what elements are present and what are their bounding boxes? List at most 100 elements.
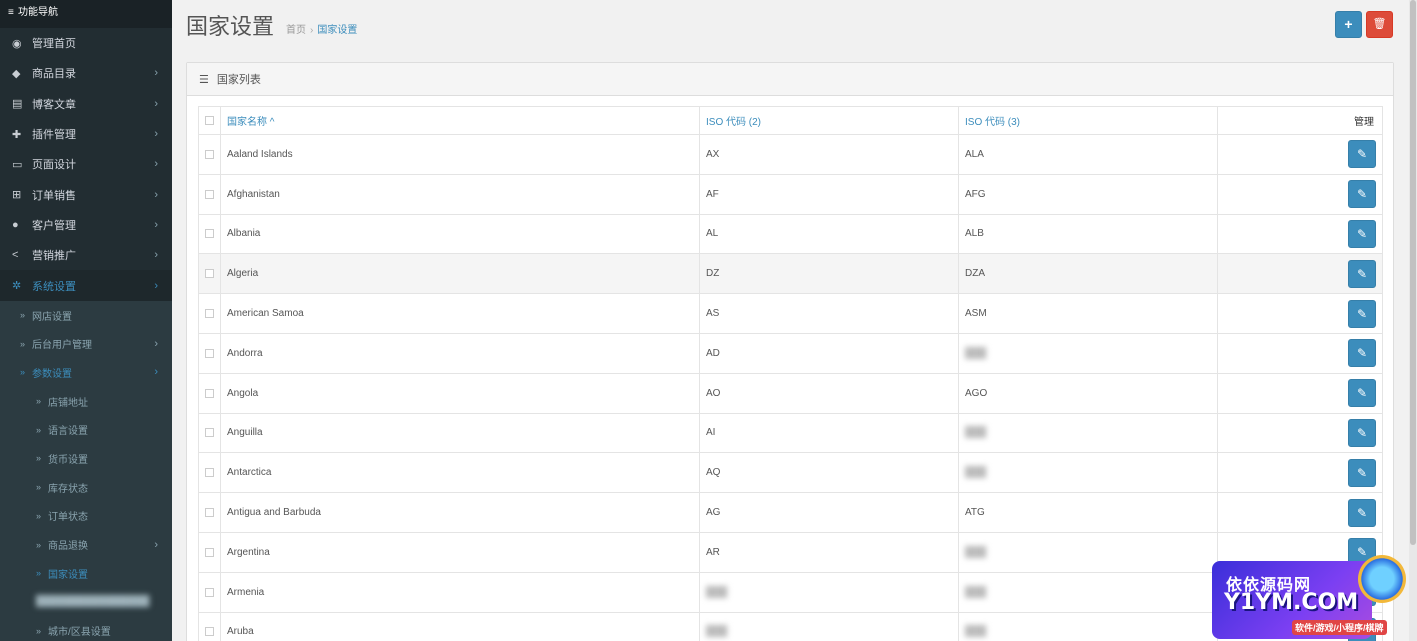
sidebar-item[interactable]: < 营销推广 › <box>0 240 172 270</box>
row-checkbox[interactable] <box>205 388 214 398</box>
row-checkbox[interactable] <box>205 507 214 517</box>
table-row[interactable]: Angola AO AGO ✎ <box>198 372 1383 414</box>
submenu-item[interactable]: » 店铺地址 <box>0 387 172 416</box>
manage-cell: ✎ <box>1217 531 1383 573</box>
table-row[interactable]: Algeria DZ DZA ✎ <box>198 253 1383 295</box>
scrollbar-thumb[interactable] <box>1410 0 1416 545</box>
country-name-cell: Aaland Islands <box>220 134 700 175</box>
share-icon: < <box>12 249 19 262</box>
submenu-item[interactable]: » 商品退换 › <box>0 530 172 559</box>
table-row[interactable]: Andorra AD ███ ✎ <box>198 332 1383 374</box>
edit-button[interactable]: ✎ <box>1348 219 1376 248</box>
table-row[interactable]: American Samoa AS ASM ✎ <box>198 293 1383 334</box>
edit-button[interactable]: ✎ <box>1348 418 1376 447</box>
table-row[interactable]: Antarctica AQ ███ ✎ <box>198 452 1383 494</box>
pencil-icon: ✎ <box>1356 187 1368 202</box>
select-all-checkbox[interactable] <box>205 115 214 125</box>
submenu-item[interactable]: » 库存状态 <box>0 473 172 502</box>
row-checkbox[interactable] <box>205 627 214 637</box>
delete-button[interactable]: 🗑 <box>1366 11 1393 38</box>
row-checkbox[interactable] <box>205 229 214 239</box>
double-chevron-icon: » <box>36 625 42 636</box>
iso2-code-cell: ███ <box>699 571 959 613</box>
page-scrollbar[interactable] <box>1409 0 1417 641</box>
edit-button[interactable]: ✎ <box>1348 617 1376 641</box>
table-row[interactable]: Aaland Islands AX ALA ✎ <box>198 134 1383 175</box>
column-header-iso2[interactable]: ISO 代码 (2) <box>699 106 959 135</box>
puzzle-icon: ✚ <box>12 128 22 141</box>
country-name-cell: Anguilla <box>220 412 700 454</box>
blurred-text: ████████████████ <box>36 596 150 608</box>
edit-button[interactable]: ✎ <box>1348 299 1376 328</box>
submenu-item[interactable]: » 订单状态 <box>0 501 172 530</box>
submenu-item[interactable]: » 城市/区县设置 <box>0 616 172 641</box>
manage-cell: ✎ <box>1217 571 1383 613</box>
row-checkbox[interactable] <box>205 189 214 199</box>
row-checkbox[interactable] <box>205 587 214 597</box>
row-checkbox[interactable] <box>205 308 214 318</box>
sidebar: ≡ 功能导航 ◉ 管理首页 ◆ 商品目录 › ▤ 博客文章 › ✚ 插件管理 › ▭ 页面设计 › ⊞ 订单销售… <box>0 0 172 641</box>
table-row[interactable]: Argentina AR ███ ✎ <box>198 531 1383 573</box>
edit-button[interactable]: ✎ <box>1348 259 1376 288</box>
submenu-item[interactable]: » 语言设置 <box>0 415 172 444</box>
edit-button[interactable]: ✎ <box>1348 498 1376 527</box>
table-row[interactable]: Albania AL ALB ✎ <box>198 213 1383 255</box>
sidebar-item[interactable]: ● 客户管理 › <box>0 210 172 240</box>
add-button[interactable]: + <box>1335 11 1362 38</box>
row-checkbox[interactable] <box>205 348 214 358</box>
submenu-item-label: 店铺地址 <box>48 397 88 409</box>
sidebar-item[interactable]: ▤ 博客文章 › <box>0 89 172 119</box>
pencil-icon: ✎ <box>1356 425 1368 440</box>
column-header-name[interactable]: 国家名称 ^ <box>220 106 700 135</box>
row-checkbox[interactable] <box>205 428 214 438</box>
chevron-right-icon: › <box>154 158 158 171</box>
sidebar-item-label: 插件管理 <box>32 129 76 142</box>
edit-button[interactable]: ✎ <box>1348 140 1376 169</box>
breadcrumb-separator: › <box>310 25 314 36</box>
edit-button[interactable]: ✎ <box>1348 339 1376 368</box>
country-name-cell: Albania <box>220 213 700 255</box>
iso3-code-cell: ███ <box>958 571 1218 613</box>
sidebar-item[interactable]: ✲ 系统设置 › <box>0 270 172 301</box>
edit-button[interactable]: ✎ <box>1348 458 1376 487</box>
row-checkbox[interactable] <box>205 269 214 279</box>
sidebar-item[interactable]: ✚ 插件管理 › <box>0 119 172 149</box>
submenu-item[interactable]: » 网店设置 <box>0 301 172 330</box>
chevron-right-icon: › <box>154 249 158 262</box>
edit-button[interactable]: ✎ <box>1348 578 1376 607</box>
sidebar-item[interactable]: ▭ 页面设计 › <box>0 149 172 179</box>
iso3-code-cell: AGO <box>958 372 1218 414</box>
sidebar-item[interactable]: ⊞ 订单销售 › <box>0 179 172 209</box>
table-row[interactable]: Afghanistan AF AFG ✎ <box>198 173 1383 215</box>
sidebar-item[interactable]: ◉ 管理首页 <box>0 28 172 58</box>
double-chevron-icon: » <box>36 396 42 407</box>
country-name-cell: Armenia <box>220 571 700 613</box>
pencil-icon: ✎ <box>1356 147 1368 162</box>
blurred-value: ███ <box>965 626 987 638</box>
manage-cell: ✎ <box>1217 293 1383 334</box>
sidebar-item[interactable]: ◆ 商品目录 › <box>0 58 172 88</box>
edit-button[interactable]: ✎ <box>1348 180 1376 209</box>
submenu-item[interactable]: » 国家设置 <box>0 559 172 588</box>
submenu-item[interactable]: » 货币设置 <box>0 444 172 473</box>
row-checkbox[interactable] <box>205 149 214 159</box>
row-checkbox[interactable] <box>205 547 214 557</box>
table-row[interactable]: Aruba ███ ███ ✎ <box>198 611 1383 641</box>
table-row[interactable]: Armenia ███ ███ ✎ <box>198 571 1383 613</box>
edit-button[interactable]: ✎ <box>1348 538 1376 567</box>
double-chevron-icon: » <box>36 568 42 579</box>
edit-button[interactable]: ✎ <box>1348 379 1376 408</box>
breadcrumb-current[interactable]: 国家设置 <box>317 25 357 36</box>
pencil-icon: ✎ <box>1356 585 1368 600</box>
table-row[interactable]: Antigua and Barbuda AG ATG ✎ <box>198 492 1383 533</box>
row-checkbox[interactable] <box>205 468 214 478</box>
iso3-code-cell: ASM <box>958 293 1218 334</box>
submenu-item[interactable]: » 参数设置 › <box>0 358 172 387</box>
breadcrumb-home[interactable]: 首页 <box>286 25 306 36</box>
column-header-iso3[interactable]: ISO 代码 (3) <box>958 106 1218 135</box>
iso2-code-cell: AR <box>699 531 959 573</box>
submenu-item-label: 参数设置 <box>32 368 72 380</box>
submenu-item[interactable]: » 后台用户管理 › <box>0 329 172 358</box>
table-row[interactable]: Anguilla AI ███ ✎ <box>198 412 1383 454</box>
double-chevron-icon: » <box>36 510 42 521</box>
